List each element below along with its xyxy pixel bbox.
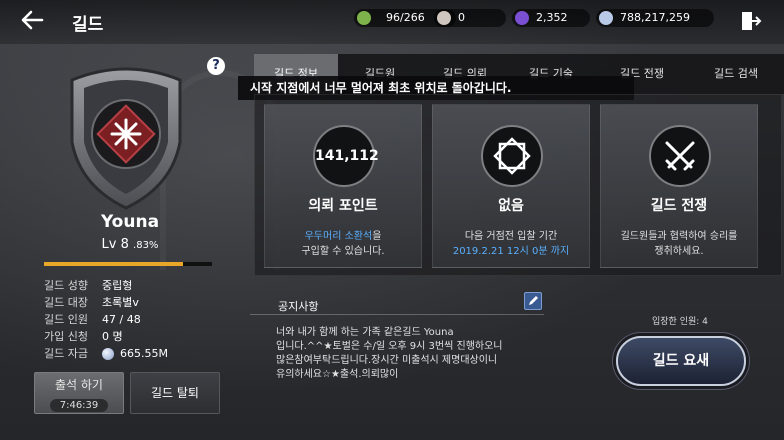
stamina-icon [357,11,371,25]
card-desc-text: 다음 거점전 입찰 기간 [464,231,558,242]
card-desc: 우두머리 소환석을 구입할 수 있습니다. [265,229,421,259]
info-value: 665.55M [102,345,168,362]
exit-button[interactable] [740,10,762,32]
request-points-emblem: 141,112 [313,125,379,187]
info-row-members: 길드 인원 47 / 48 [44,311,168,328]
help-icon[interactable]: ? [207,57,225,75]
info-label: 길드 성향 [44,279,88,292]
exit-door-icon [742,12,762,30]
notice-label: 공지사항 [278,300,319,313]
attend-button[interactable]: 출석 하기 7:46:39 [34,372,124,414]
card-title: 없음 [498,198,524,214]
pearl-value: 0 [458,11,465,24]
info-label: 가입 신청 [44,330,88,343]
card-desc-text: 을 [372,231,382,242]
silver-coin-icon [599,11,613,25]
guild-war-emblem [649,125,711,187]
info-value: 초록별v [102,296,139,309]
info-row-disposition: 길드 성향 중립형 [44,277,168,294]
card-desc-text: 길드원들과 협력하여 승리를 [620,231,738,242]
info-value: 47 / 48 [102,313,141,326]
info-label: 길드 대장 [44,296,88,309]
crystal-counter: 2,352 [512,9,590,27]
entered-members-label: 입장한 인원: 4 [652,317,708,327]
boss-stone-link[interactable]: 우두머리 소환석 [305,231,373,242]
edit-notice-button[interactable] [524,292,542,310]
stamina-value: 96/266 [386,11,425,24]
guild-crest-icon [70,67,182,210]
info-row-funds: 길드 자금 665.55M [44,345,168,362]
cube-icon [493,137,531,175]
pencil-icon [529,296,538,305]
card-title: 길드 전쟁 [650,198,708,214]
silver-counter: 788,217,259 [596,9,714,27]
crystal-icon [515,11,529,25]
guild-name: Youna [100,212,160,232]
guild-war-card[interactable]: 길드 전쟁 길드원들과 협력하여 승리를 쟁취하세요. [600,104,758,268]
silver-coin-icon [102,347,114,360]
info-row-leader: 길드 대장 초록별v [44,294,168,311]
request-points-card[interactable]: 141,112 의뢰 포인트 우두머리 소환석을 구입할 수 있습니다. [264,104,422,268]
attend-timer: 7:46:39 [49,399,109,412]
pearl-counter: 0 [434,9,506,27]
card-desc: 길드원들과 협력하여 승리를 쟁취하세요. [601,229,757,259]
info-value: 0 명 [102,330,123,343]
card-desc: 다음 거점전 입찰 기간 2019.2.21 12시 0분 까지 [433,229,589,259]
funds-value: 665.55M [120,347,168,360]
attend-label: 출석 하기 [55,378,103,392]
guild-xp-fill [44,262,184,266]
crystal-value: 2,352 [536,11,568,24]
arrow-left-icon [21,10,44,30]
pearl-icon [437,11,451,25]
guild-fortress-button[interactable]: 길드 요새 [616,336,746,386]
stronghold-card[interactable]: 없음 다음 거점전 입찰 기간 2019.2.21 12시 0분 까지 [432,104,590,268]
stronghold-emblem [481,125,543,187]
info-label: 길드 인원 [44,313,88,326]
guild-level: Lv 8 .83% [60,237,200,252]
guild-level-value: Lv 8 [101,237,129,252]
silver-value: 788,217,259 [620,11,690,24]
info-row-applications: 가입 신청 0 명 [44,328,168,345]
guild-level-percent: .83% [133,240,159,251]
info-value: 중립형 [102,279,133,292]
leave-guild-button[interactable]: 길드 탈퇴 [130,372,220,414]
card-desc-text: 쟁취하세요. [654,246,704,257]
notice-divider [250,314,544,315]
notice-text: 너와 내가 함께 하는 가족 같은길드 Youna 입니다.^^★토벌은 수/일… [276,327,503,380]
crossed-swords-icon [665,141,695,171]
top-bar: 길드 96/266 0 2,352 788,217,259 [0,0,784,44]
card-desc-text: 구입할 수 있습니다. [301,246,385,257]
info-label: 길드 자금 [44,347,88,360]
guild-xp-bar [44,262,212,266]
page-title: 길드 [72,15,104,35]
guild-info-table: 길드 성향 중립형 길드 대장 초록별v 길드 인원 47 / 48 가입 신청… [44,277,168,362]
back-button[interactable] [14,6,50,36]
tab-search[interactable]: 길드 검색 [690,54,782,94]
bid-deadline: 2019.2.21 12시 0분 까지 [452,246,570,257]
card-title: 의뢰 포인트 [308,198,378,214]
request-points-value: 141,112 [315,148,379,164]
